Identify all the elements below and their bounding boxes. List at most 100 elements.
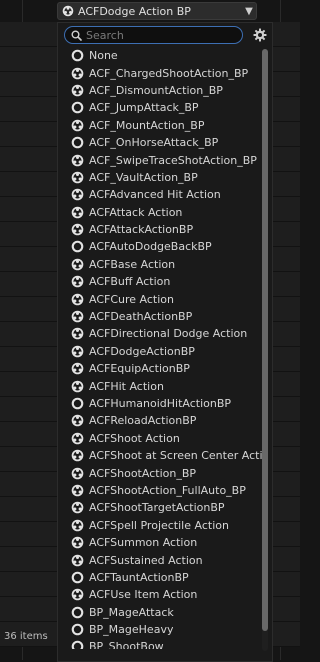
list-item-label: BP_MageHeavy (89, 623, 174, 637)
list-item[interactable]: ACFShootTargetActionBP (58, 499, 262, 516)
actor-class-icon (71, 275, 84, 288)
actor-class-icon (71, 432, 84, 445)
list-item-label: ACFReloadActionBP (89, 414, 197, 428)
list-item-label: ACFBase Action (89, 257, 176, 271)
object-class-icon (71, 136, 84, 149)
list-item[interactable]: ACFCure Action (58, 290, 262, 307)
actor-class-icon (71, 536, 84, 549)
list-item[interactable]: ACFDirectional Dodge Action (58, 325, 262, 342)
list-item[interactable]: ACF_OnHorseAttack_BP (58, 134, 262, 151)
list-item[interactable]: ACFShoot Action (58, 430, 262, 447)
list-item-label: ACFShootAction_FullAuto_BP (89, 483, 246, 497)
selected-class-label: ACFDodge Action BP (78, 4, 191, 18)
list-item-label: ACF_JumpAttack_BP (89, 101, 199, 115)
list-item[interactable]: ACFEquipActionBP (58, 360, 262, 377)
gear-icon[interactable] (251, 26, 269, 44)
list-item-label: ACFEquipActionBP (89, 362, 190, 376)
item-count-label: 36 items (4, 631, 48, 642)
actor-class-icon (71, 310, 84, 323)
actor-class-icon (71, 484, 84, 497)
list-item-label: ACF_DismountAction_BP (89, 83, 223, 97)
list-item[interactable]: ACFDodgeActionBP (58, 343, 262, 360)
list-item[interactable]: ACF_SwipeTraceShotAction_BP (58, 151, 262, 168)
list-item[interactable]: ACFAttackActionBP (58, 221, 262, 238)
list-item[interactable]: BP_ShootBow (58, 638, 262, 649)
list-item[interactable]: ACFShootAction_BP (58, 464, 262, 481)
list-item-label: ACFShootTargetActionBP (89, 501, 225, 515)
class-picker-combo[interactable]: ACFDodge Action BP ▼ (57, 2, 257, 20)
actor-class-icon (71, 293, 84, 306)
actor-class-icon (62, 5, 74, 17)
actor-class-icon (71, 519, 84, 532)
object-class-icon (71, 397, 84, 410)
list-item[interactable]: ACFTauntActionBP (58, 569, 262, 586)
list-item-label: ACFHit Action (89, 379, 164, 393)
list-item[interactable]: ACFSpell Projectile Action (58, 517, 262, 534)
list-item[interactable]: ACFSustained Action (58, 551, 262, 568)
class-list: None ACF_ChargedShootAction_BP ACF_Dismoun… (58, 47, 262, 649)
object-class-icon (71, 640, 84, 649)
actor-class-icon (71, 154, 84, 167)
list-item-label: ACFSummon Action (89, 536, 198, 550)
list-item[interactable]: ACF_VaultAction_BP (58, 169, 262, 186)
list-item[interactable]: ACF_MountAction_BP (58, 117, 262, 134)
actor-class-icon (71, 327, 84, 340)
list-item-label: ACFCure Action (89, 292, 174, 306)
list-item-label: ACFShoot Action (89, 431, 180, 445)
list-item[interactable]: ACFHumanoidHitActionBP (58, 395, 262, 412)
actor-class-icon (71, 223, 84, 236)
object-class-icon (71, 606, 84, 619)
list-item-label: ACFBuff Action (89, 275, 171, 289)
list-item-label: ACFHumanoidHitActionBP (89, 397, 232, 410)
list-item[interactable]: ACFBase Action (58, 256, 262, 273)
list-item-label: ACF_OnHorseAttack_BP (89, 136, 219, 150)
list-item-label: ACFSustained Action (89, 553, 203, 567)
list-item-label: BP_MageAttack (89, 605, 174, 619)
list-item-label: ACFTauntActionBP (89, 570, 189, 584)
actor-class-icon (71, 554, 84, 567)
list-item[interactable]: ACFAttack Action (58, 204, 262, 221)
list-item-label: ACF_MountAction_BP (89, 118, 205, 132)
list-item[interactable]: ACFAdvanced Hit Action (58, 186, 262, 203)
actor-class-icon (71, 206, 84, 219)
list-item[interactable]: ACFDeathActionBP (58, 308, 262, 325)
list-scrollbar[interactable] (262, 49, 268, 651)
chevron-down-icon[interactable]: ▼ (242, 6, 256, 17)
list-item[interactable]: BP_MageHeavy (58, 621, 262, 638)
actor-class-icon (71, 449, 84, 462)
list-item[interactable]: ACF_ChargedShootAction_BP (58, 64, 262, 81)
list-item[interactable]: BP_MageAttack (58, 604, 262, 621)
search-input[interactable] (86, 28, 236, 42)
list-item-label: ACFShoot at Screen Center Action (89, 449, 262, 463)
actor-class-icon (71, 67, 84, 80)
list-item[interactable]: ACFShootAction_FullAuto_BP (58, 482, 262, 499)
object-class-icon (71, 571, 84, 584)
list-item[interactable]: ACF_DismountAction_BP (58, 82, 262, 99)
actor-class-icon (71, 258, 84, 271)
actor-class-icon (71, 362, 84, 375)
object-class-icon (71, 240, 84, 253)
list-item[interactable]: ACFSummon Action (58, 534, 262, 551)
actor-class-icon (71, 119, 84, 132)
list-item-label: ACFDeathActionBP (89, 310, 193, 324)
object-class-icon (71, 101, 84, 114)
list-item[interactable]: ACFReloadActionBP (58, 412, 262, 429)
none-icon (71, 49, 84, 62)
list-item-label: ACFAttack Action (89, 205, 183, 219)
scrollbar-thumb[interactable] (262, 49, 268, 631)
list-item-label: None (89, 49, 118, 63)
list-item[interactable]: ACFHit Action (58, 377, 262, 394)
list-item[interactable]: ACFShoot at Screen Center Action (58, 447, 262, 464)
list-item-label: ACF_ChargedShootAction_BP (89, 66, 249, 80)
list-item-label: ACFAutoDodgeBackBP (89, 240, 212, 254)
list-item[interactable]: ACFBuff Action (58, 273, 262, 290)
actor-class-icon (71, 501, 84, 514)
search-box[interactable] (64, 26, 243, 44)
list-item-label: ACFAdvanced Hit Action (89, 188, 221, 202)
list-item[interactable]: ACFAutoDodgeBackBP (58, 238, 262, 255)
list-item-label: BP_ShootBow (89, 640, 164, 649)
list-item[interactable]: None (58, 47, 262, 64)
list-item[interactable]: ACFUse Item Action (58, 586, 262, 603)
list-item[interactable]: ACF_JumpAttack_BP (58, 99, 262, 116)
actor-class-icon (71, 467, 84, 480)
